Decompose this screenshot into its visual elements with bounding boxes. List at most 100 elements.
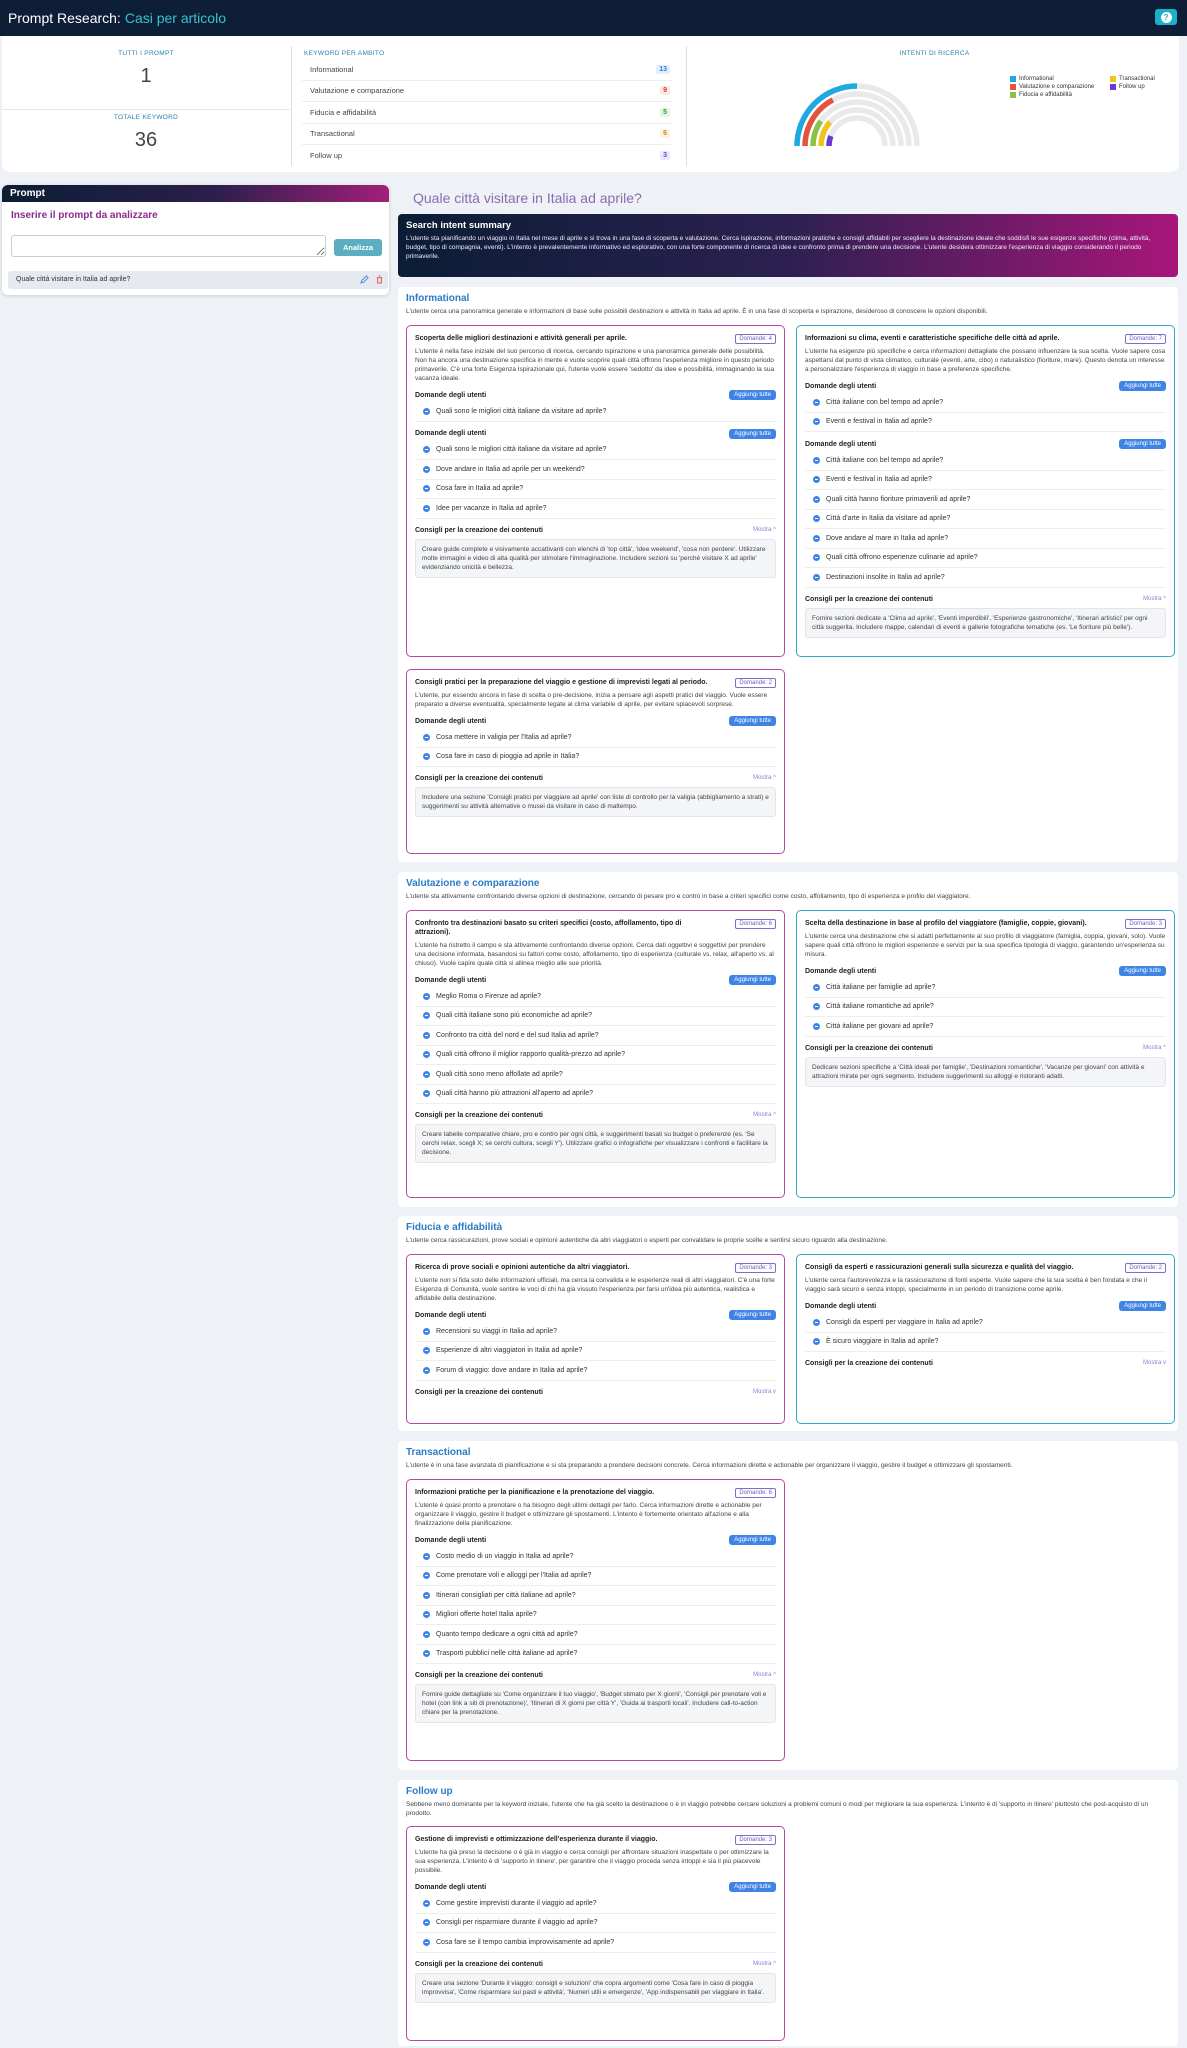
- add-circle-icon[interactable]: [813, 1338, 820, 1346]
- show-toggle[interactable]: Mostra ^: [1143, 596, 1166, 603]
- add-all-button[interactable]: Aggiungi tutte: [1119, 1301, 1166, 1311]
- question-item[interactable]: Quali città hanno fioriture primaverili …: [805, 490, 1166, 510]
- content-tips-header[interactable]: Consigli per la creazione dei contenuti M…: [415, 1961, 776, 1968]
- add-all-button[interactable]: Aggiungi tutte: [729, 716, 776, 726]
- add-all-button[interactable]: Aggiungi tutte: [1119, 381, 1166, 391]
- add-all-button[interactable]: Aggiungi tutte: [729, 975, 776, 985]
- content-tips-header[interactable]: Consigli per la creazione dei contenuti M…: [415, 1672, 776, 1679]
- add-circle-icon[interactable]: [423, 1366, 430, 1374]
- question-item[interactable]: Dove andare al mare in Italia ad aprile?: [805, 529, 1166, 549]
- question-item[interactable]: Confronto tra città del nord e del sud I…: [415, 1026, 776, 1046]
- content-tips-header[interactable]: Consigli per la creazione dei contenuti M…: [415, 775, 776, 782]
- add-all-button[interactable]: Aggiungi tutte: [729, 1535, 776, 1545]
- show-toggle[interactable]: Mostra ^: [753, 775, 776, 782]
- question-item[interactable]: È sicuro viaggiare in Italia ad aprile?: [805, 1333, 1166, 1352]
- show-toggle[interactable]: Mostra ^: [753, 527, 776, 534]
- content-tips-header[interactable]: Consigli per la creazione dei contenuti M…: [415, 527, 776, 534]
- add-circle-icon[interactable]: [813, 534, 820, 542]
- question-item[interactable]: Eventi e festival in Italia ad aprile?: [805, 471, 1166, 490]
- add-circle-icon[interactable]: [423, 1012, 430, 1020]
- add-circle-icon[interactable]: [423, 1070, 430, 1078]
- question-item[interactable]: Come gestire imprevisti durante il viagg…: [415, 1894, 776, 1914]
- content-tips-header[interactable]: Consigli per la creazione dei contenuti M…: [805, 596, 1166, 603]
- question-item[interactable]: Quali città sono meno affollate ad april…: [415, 1065, 776, 1085]
- question-item[interactable]: Città d'arte in Italia da visitare ad ap…: [805, 510, 1166, 529]
- question-item[interactable]: Forum di viaggio: dove andare in Italia …: [415, 1361, 776, 1381]
- add-circle-icon[interactable]: [813, 418, 820, 426]
- question-item[interactable]: Consigli da esperti per viaggiare in Ita…: [805, 1313, 1166, 1333]
- show-toggle[interactable]: Mostra ^: [753, 1961, 776, 1968]
- add-circle-icon[interactable]: [423, 1327, 430, 1335]
- question-item[interactable]: Eventi e festival in Italia ad aprile?: [805, 413, 1166, 432]
- question-item[interactable]: Itinerari consigliati per città italiane…: [415, 1586, 776, 1606]
- add-circle-icon[interactable]: [813, 1022, 820, 1030]
- add-circle-icon[interactable]: [813, 573, 820, 581]
- add-all-button[interactable]: Aggiungi tutte: [729, 1882, 776, 1892]
- help-button[interactable]: ?: [1155, 9, 1177, 25]
- add-circle-icon[interactable]: [423, 1899, 430, 1907]
- question-item[interactable]: Dove andare in Italia ad aprile per un w…: [415, 460, 776, 480]
- question-item[interactable]: Quali città italiane sono più economiche…: [415, 1007, 776, 1026]
- question-item[interactable]: Costo medio di un viaggio in Italia ad a…: [415, 1547, 776, 1567]
- add-circle-icon[interactable]: [813, 554, 820, 562]
- content-tips-header[interactable]: Consigli per la creazione dei contenuti M…: [805, 1045, 1166, 1052]
- add-all-button[interactable]: Aggiungi tutte: [729, 390, 776, 400]
- question-item[interactable]: Consigli per risparmiare durante il viag…: [415, 1914, 776, 1933]
- add-circle-icon[interactable]: [813, 515, 820, 523]
- question-item[interactable]: Trasporti pubblici nelle città italiane …: [415, 1645, 776, 1664]
- question-item[interactable]: Quanto tempo dedicare a ogni città ad ap…: [415, 1625, 776, 1645]
- add-circle-icon[interactable]: [813, 476, 820, 484]
- question-item[interactable]: Recensioni su viaggi in Italia ad aprile…: [415, 1322, 776, 1342]
- question-item[interactable]: Città italiane romantiche ad aprile?: [805, 998, 1166, 1017]
- add-circle-icon[interactable]: [423, 1938, 430, 1946]
- question-item[interactable]: Città italiane per giovani ad aprile?: [805, 1017, 1166, 1037]
- add-circle-icon[interactable]: [423, 1611, 430, 1619]
- add-circle-icon[interactable]: [423, 1650, 430, 1658]
- question-item[interactable]: Quali sono le migliori città italiane da…: [415, 402, 776, 422]
- question-item[interactable]: Migliori offerte hotel Italia aprile?: [415, 1606, 776, 1625]
- question-item[interactable]: Quali sono le migliori città italiane da…: [415, 441, 776, 460]
- show-toggle[interactable]: Mostra ^: [1143, 1045, 1166, 1052]
- add-all-button[interactable]: Aggiungi tutte: [1119, 439, 1166, 449]
- show-toggle[interactable]: Mostra ^: [753, 1672, 776, 1679]
- add-circle-icon[interactable]: [423, 992, 430, 1000]
- question-item[interactable]: Cosa fare in caso di pioggia ad aprile i…: [415, 748, 776, 767]
- add-circle-icon[interactable]: [423, 1919, 430, 1927]
- question-item[interactable]: Come prenotare voli e alloggi per l'Ital…: [415, 1567, 776, 1586]
- question-item[interactable]: Città italiane con bel tempo ad aprile?: [805, 393, 1166, 413]
- add-circle-icon[interactable]: [423, 1051, 430, 1059]
- add-circle-icon[interactable]: [813, 1318, 820, 1326]
- show-toggle[interactable]: Mostra v: [1143, 1360, 1166, 1367]
- question-item[interactable]: Cosa fare in Italia ad aprile?: [415, 480, 776, 499]
- add-circle-icon[interactable]: [423, 1591, 430, 1599]
- question-item[interactable]: Città italiane per famiglie ad aprile?: [805, 978, 1166, 998]
- add-circle-icon[interactable]: [423, 1552, 430, 1560]
- add-circle-icon[interactable]: [423, 733, 430, 741]
- add-circle-icon[interactable]: [423, 1630, 430, 1638]
- question-item[interactable]: Quali città hanno più attrazioni all'ape…: [415, 1085, 776, 1104]
- question-item[interactable]: Quali città offrono il miglior rapporto …: [415, 1046, 776, 1065]
- add-circle-icon[interactable]: [423, 485, 430, 493]
- add-circle-icon[interactable]: [423, 465, 430, 473]
- add-circle-icon[interactable]: [423, 504, 430, 512]
- edit-icon[interactable]: [360, 275, 369, 284]
- question-item[interactable]: Città italiane con bel tempo ad aprile?: [805, 451, 1166, 471]
- show-toggle[interactable]: Mostra ^: [753, 1112, 776, 1119]
- question-item[interactable]: Idee per vacanze in Italia ad aprile?: [415, 499, 776, 519]
- add-all-button[interactable]: Aggiungi tutte: [729, 428, 776, 439]
- add-circle-icon[interactable]: [423, 1031, 430, 1039]
- prompt-list-item[interactable]: Quale città visitare in Italia ad aprile…: [8, 271, 388, 289]
- add-circle-icon[interactable]: [813, 495, 820, 503]
- prompt-input[interactable]: [11, 235, 326, 257]
- question-item[interactable]: Cosa mettere in valigia per l'Italia ad …: [415, 728, 776, 748]
- add-circle-icon[interactable]: [423, 1347, 430, 1355]
- content-tips-header[interactable]: Consigli per la creazione dei contenuti M…: [805, 1360, 1166, 1367]
- show-toggle[interactable]: Mostra v: [753, 1389, 776, 1396]
- content-tips-header[interactable]: Consigli per la creazione dei contenuti M…: [415, 1112, 776, 1119]
- add-circle-icon[interactable]: [423, 753, 430, 761]
- add-circle-icon[interactable]: [423, 1090, 430, 1098]
- question-item[interactable]: Esperienze di altri viaggiatori in Itali…: [415, 1342, 776, 1361]
- question-item[interactable]: Meglio Roma o Firenze ad aprile?: [415, 987, 776, 1007]
- analyze-button[interactable]: Analizza: [334, 239, 382, 256]
- question-item[interactable]: Cosa fare se il tempo cambia improvvisam…: [415, 1933, 776, 1953]
